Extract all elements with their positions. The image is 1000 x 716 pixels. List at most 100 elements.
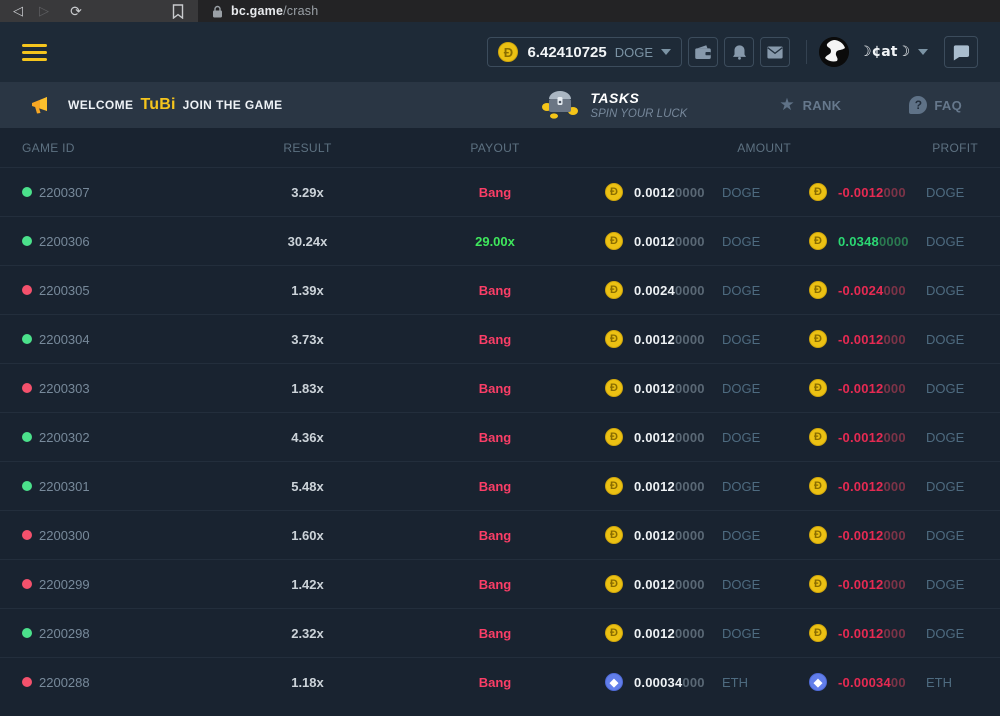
table-row[interactable]: 2200307 3.29x Bang Đ 0.00120000 DOGE Đ -… xyxy=(0,167,1000,216)
table-row[interactable]: 2200298 2.32x Bang Đ 0.00120000 DOGE Đ -… xyxy=(0,608,1000,657)
wallet-button[interactable] xyxy=(688,37,718,67)
welcome-message: WELCOME TuBi JOIN THE GAME xyxy=(68,96,283,114)
welcome-label: WELCOME xyxy=(68,98,133,112)
announcement-banner: WELCOME TuBi JOIN THE GAME TASKS SPIN YO… xyxy=(0,82,1000,128)
status-dot xyxy=(22,236,32,246)
result-multiplier: 3.29x xyxy=(291,185,324,200)
user-chevron-down-icon[interactable] xyxy=(918,49,928,55)
profit-value: -0.0012000 xyxy=(838,479,918,494)
table-row[interactable]: 2200306 30.24x 29.00x Đ 0.00120000 DOGE … xyxy=(0,216,1000,265)
payout-value: Bang xyxy=(479,626,512,641)
refresh-icon[interactable]: ⟳ xyxy=(68,3,84,20)
notifications-button[interactable] xyxy=(724,37,754,67)
table-row[interactable]: 2200299 1.42x Bang Đ 0.00120000 DOGE Đ -… xyxy=(0,559,1000,608)
payout-value: Bang xyxy=(479,381,512,396)
rank-label: RANK xyxy=(803,98,842,113)
currency-label: DOGE xyxy=(926,185,964,200)
game-history-table: GAME ID RESULT PAYOUT AMOUNT PROFIT 2200… xyxy=(0,128,1000,706)
payout-value: Bang xyxy=(479,283,512,298)
avatar[interactable] xyxy=(819,37,849,67)
faq-label: FAQ xyxy=(934,98,962,113)
tasks-text: TASKS SPIN YOUR LUCK xyxy=(590,90,687,120)
balance-selector[interactable]: Đ 6.42410725 DOGE xyxy=(487,37,682,67)
currency-label: DOGE xyxy=(926,234,964,249)
table-row[interactable]: 2200302 4.36x Bang Đ 0.00120000 DOGE Đ -… xyxy=(0,412,1000,461)
column-header-game-id: GAME ID xyxy=(22,141,230,155)
currency-label: DOGE xyxy=(722,185,760,200)
payout-value: Bang xyxy=(479,479,512,494)
coin-icon: Đ xyxy=(809,428,827,446)
table-row[interactable]: 2200301 5.48x Bang Đ 0.00120000 DOGE Đ -… xyxy=(0,461,1000,510)
table-row[interactable]: 2200305 1.39x Bang Đ 0.00240000 DOGE Đ -… xyxy=(0,265,1000,314)
result-multiplier: 5.48x xyxy=(291,479,324,494)
amount-value: 0.00240000 xyxy=(634,283,714,298)
tasks-link[interactable]: TASKS SPIN YOUR LUCK xyxy=(540,87,687,124)
amount-value: 0.00120000 xyxy=(634,577,714,592)
coin-icon: Đ xyxy=(809,330,827,348)
coin-icon: Đ xyxy=(809,183,827,201)
game-id: 2200303 xyxy=(39,381,90,396)
treasure-chest-icon xyxy=(540,87,580,124)
join-label: JOIN THE GAME xyxy=(183,98,283,112)
table-row[interactable]: 2200304 3.73x Bang Đ 0.00120000 DOGE Đ -… xyxy=(0,314,1000,363)
profit-value: -0.0012000 xyxy=(838,332,918,347)
status-dot xyxy=(22,628,32,638)
menu-icon[interactable] xyxy=(22,40,47,65)
currency-label: DOGE xyxy=(722,381,760,396)
coin-icon: Đ xyxy=(809,477,827,495)
currency-label: DOGE xyxy=(722,577,760,592)
amount-value: 0.00120000 xyxy=(634,430,714,445)
table-row[interactable]: 2200303 1.83x Bang Đ 0.00120000 DOGE Đ -… xyxy=(0,363,1000,412)
status-dot xyxy=(22,432,32,442)
url-host: bc.game xyxy=(231,4,283,18)
currency-label: DOGE xyxy=(926,626,964,641)
url-text: bc.game/crash xyxy=(231,4,318,18)
rank-link[interactable]: ★ RANK xyxy=(779,95,841,115)
profit-value: -0.0012000 xyxy=(838,577,918,592)
currency-label: DOGE xyxy=(722,479,760,494)
faq-link[interactable]: ? FAQ xyxy=(909,96,962,114)
coin-icon: ◆ xyxy=(809,673,827,691)
game-id: 2200300 xyxy=(39,528,90,543)
back-icon[interactable]: ◁ xyxy=(10,3,26,19)
status-dot xyxy=(22,530,32,540)
coin-icon: Đ xyxy=(605,428,623,446)
amount-value: 0.00120000 xyxy=(634,528,714,543)
megaphone-icon xyxy=(30,95,52,115)
column-header-payout: PAYOUT xyxy=(385,141,605,155)
star-icon: ★ xyxy=(779,95,794,115)
username[interactable]: ☽¢at☽ xyxy=(859,44,910,60)
game-id: 2200299 xyxy=(39,577,90,592)
game-id: 2200307 xyxy=(39,185,90,200)
tasks-title: TASKS xyxy=(590,90,687,106)
status-dot xyxy=(22,383,32,393)
status-dot xyxy=(22,334,32,344)
coin-icon: ◆ xyxy=(605,673,623,691)
table-row[interactable]: 2200288 1.18x Bang ◆ 0.00034000 ETH ◆ -0… xyxy=(0,657,1000,706)
profit-value: -0.0012000 xyxy=(838,381,918,396)
result-multiplier: 2.32x xyxy=(291,626,324,641)
currency-label: DOGE xyxy=(926,479,964,494)
amount-value: 0.00120000 xyxy=(634,381,714,396)
currency-label: ETH xyxy=(722,675,748,690)
amount-value: 0.00120000 xyxy=(634,234,714,249)
status-dot xyxy=(22,481,32,491)
result-multiplier: 1.83x xyxy=(291,381,324,396)
coin-icon: Đ xyxy=(605,232,623,250)
currency-label: DOGE xyxy=(926,430,964,445)
forward-icon[interactable]: ▷ xyxy=(36,3,52,19)
coin-icon: Đ xyxy=(605,183,623,201)
chevron-down-icon xyxy=(661,49,671,55)
table-row[interactable]: 2200300 1.60x Bang Đ 0.00120000 DOGE Đ -… xyxy=(0,510,1000,559)
address-bar[interactable]: bc.game/crash xyxy=(198,0,1000,22)
bookmark-icon[interactable] xyxy=(172,4,184,19)
profit-value: 0.03480000 xyxy=(838,234,918,249)
currency-label: DOGE xyxy=(722,283,760,298)
chat-button[interactable] xyxy=(944,36,978,68)
payout-value: Bang xyxy=(479,185,512,200)
profit-value: -0.0024000 xyxy=(838,283,918,298)
game-id: 2200301 xyxy=(39,479,90,494)
mail-button[interactable] xyxy=(760,37,790,67)
column-header-amount: AMOUNT xyxy=(605,141,803,155)
currency-label: DOGE xyxy=(722,626,760,641)
